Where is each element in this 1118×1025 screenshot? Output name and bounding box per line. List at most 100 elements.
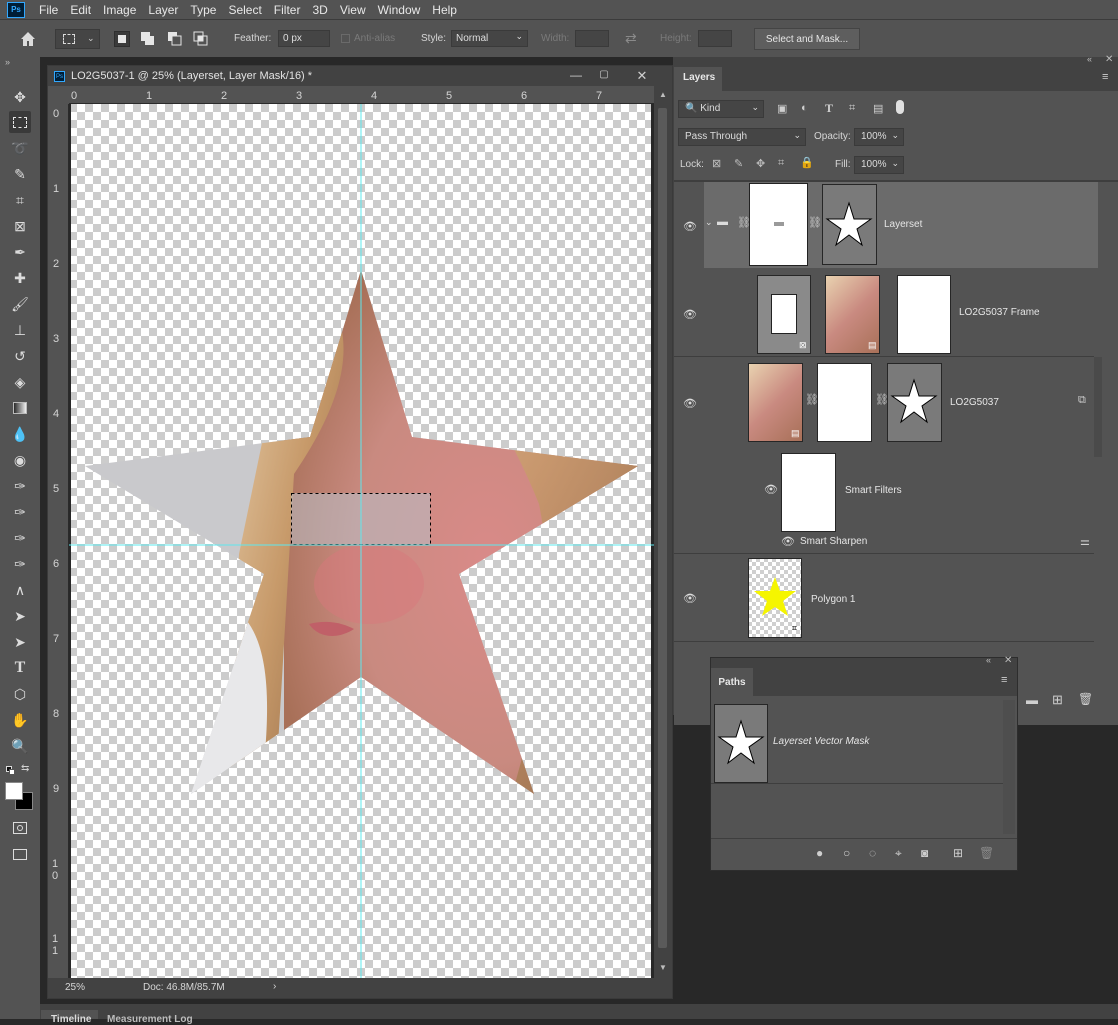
lock-artboard-icon[interactable]: ⌗ [778,157,784,170]
link-icon[interactable]: ⛓ [737,216,751,229]
width-field[interactable] [575,30,609,47]
scrollbar-thumb[interactable] [658,108,667,948]
custom-shape-tool-icon[interactable]: ⬡ [9,683,31,705]
menu-3d[interactable]: 3D [306,3,333,17]
create-new-path-icon[interactable]: ⊞ [953,846,963,860]
quick-selection-tool-icon[interactable]: ✎ [9,163,31,185]
visibility-eye-icon[interactable]: 👁 [763,483,779,496]
opacity-field[interactable]: 100% ⌄ [854,128,904,146]
blend-mode-dropdown[interactable]: Pass Through ⌄ [678,128,806,146]
photo-thumbnail[interactable]: ▤ [748,363,803,442]
vector-mask-thumbnail[interactable] [822,184,877,265]
frame-thumbnail[interactable]: ⊠ [757,275,811,354]
lasso-tool-icon[interactable]: ➰ [9,137,31,159]
trash-icon[interactable]: 🗑 [1078,692,1093,706]
hand-tool-icon[interactable]: ✋ [9,709,31,731]
menu-help[interactable]: Help [426,3,463,17]
swap-colors-icon[interactable]: ⇆ [21,763,29,774]
close-icon[interactable]: ✕ [1105,54,1113,65]
maximize-icon[interactable]: ▢ [594,69,614,85]
new-group-folder-icon[interactable]: ▬ [1026,693,1038,707]
intersect-selection-button[interactable] [193,31,209,47]
lock-image-icon[interactable]: ✎ [734,157,743,170]
brush-tool-icon[interactable]: 🖌 [9,293,31,315]
layer-name[interactable]: LO2G5037 [950,397,999,408]
curvature-pen-tool-icon[interactable]: ✑ [9,527,31,549]
eyedropper-tool-icon[interactable]: ✒ [9,241,31,263]
layer-name[interactable]: Polygon 1 [811,594,855,605]
panel-menu-icon[interactable]: ≡ [1001,674,1007,686]
clone-stamp-tool-icon[interactable]: ⊥ [9,319,31,341]
foreground-color-swatch[interactable] [5,782,23,800]
close-icon[interactable]: ✕ [1004,655,1012,666]
menu-layer[interactable]: Layer [142,3,184,17]
status-menu-arrow-icon[interactable]: › [273,981,276,992]
tool-preset-picker[interactable]: ⌄ [55,29,100,49]
move-tool-icon[interactable]: ✥ [9,86,31,108]
lock-all-icon[interactable]: 🔒 [800,156,814,169]
menu-image[interactable]: Image [97,3,142,17]
history-brush-tool-icon[interactable]: ↺ [9,345,31,367]
menu-filter[interactable]: Filter [268,3,307,17]
menu-type[interactable]: Type [184,3,222,17]
tab-measurement-log[interactable]: Measurement Log [107,1014,193,1025]
subtract-from-selection-button[interactable] [167,31,183,47]
vector-mask-thumbnail[interactable] [887,363,942,442]
layer-name[interactable]: LO2G5037 Frame [959,307,1040,318]
layer-mask-thumbnail[interactable] [749,183,808,266]
layer-row-polygon[interactable]: ⌗ Polygon 1 [704,554,1098,640]
smart-object-filter-icon[interactable]: ▤ [873,102,883,115]
crop-tool-icon[interactable]: ⌗ [9,189,31,211]
layer-row-lo2g5037[interactable]: ▤ ⛓ ⛓ LO2G5037 ⧉ ⌃ [704,357,1102,443]
menu-select[interactable]: Select [222,3,267,17]
blur-tool-icon[interactable]: 💧 [9,423,31,445]
layer-row-layerset[interactable]: ⌄ ▬ ⛓ ⛓ Layerset [704,182,1098,268]
scroll-up-icon[interactable]: ▲ [659,90,667,99]
menu-file[interactable]: File [33,3,64,17]
home-icon[interactable] [18,29,38,49]
group-expand-chevron-icon[interactable]: ⌄ [705,217,713,228]
smart-filter-indicator-icon[interactable]: ⧉ [1078,394,1086,407]
load-path-as-selection-icon[interactable]: ◌ [869,846,876,860]
path-row-vector-mask[interactable]: Layerset Vector Mask [711,700,1003,784]
scroll-down-icon[interactable]: ▼ [659,963,667,972]
convert-point-tool-icon[interactable]: ∧ [9,579,31,601]
path-thumbnail[interactable] [714,704,768,783]
trash-icon[interactable]: 🗑 [979,846,994,860]
paths-panel-header[interactable]: « ✕ [711,655,1017,668]
layer-name[interactable]: Layerset [884,219,922,230]
type-layer-filter-icon[interactable]: T [825,101,833,116]
visibility-eye-icon[interactable]: 👁 [682,308,698,321]
canvas[interactable] [69,104,654,978]
lock-transparent-icon[interactable]: ⊠ [712,157,721,170]
height-field[interactable] [698,30,732,47]
tab-layers[interactable]: Layers [674,67,722,91]
smart-filters-label[interactable]: Smart Filters [845,485,902,496]
visibility-eye-icon[interactable]: 👁 [682,592,698,605]
vertical-scrollbar[interactable]: ▲ ▼ [654,86,672,978]
pixel-layer-filter-icon[interactable]: ▣ [777,102,787,115]
rectangular-marquee-tool-icon[interactable] [9,111,31,133]
menu-window[interactable]: Window [372,3,427,17]
add-to-selection-button[interactable] [140,31,156,47]
collapse-arrows-icon[interactable]: « [986,655,991,665]
path-name[interactable]: Layerset Vector Mask [773,736,869,747]
menu-view[interactable]: View [334,3,372,17]
smart-sharpen-label[interactable]: Smart Sharpen [800,536,867,547]
collapse-arrows-icon[interactable]: » [5,57,10,67]
path-selection-tool-icon[interactable]: ➤ [9,605,31,627]
swap-dimensions-icon[interactable]: ⇄ [625,30,637,47]
healing-brush-tool-icon[interactable]: ✚ [9,267,31,289]
freeform-pen-tool-icon[interactable]: ✑ [9,501,31,523]
select-and-mask-button[interactable]: Select and Mask... [754,28,860,50]
visibility-eye-icon[interactable]: 👁 [682,397,698,410]
pen-tool-icon[interactable]: ✑ [9,475,31,497]
filter-kind-dropdown[interactable]: 🔍 Kind ⌄ [678,100,764,118]
shape-layer-filter-icon[interactable]: ⌗ [849,102,855,115]
paths-scrollbar[interactable] [1003,700,1015,834]
add-anchor-point-tool-icon[interactable]: ✑ [9,553,31,575]
canvas-area[interactable] [69,104,654,978]
dodge-tool-icon[interactable]: ◉ [9,449,31,471]
gradient-tool-icon[interactable] [9,397,31,419]
close-icon[interactable]: ✕ [632,68,652,84]
